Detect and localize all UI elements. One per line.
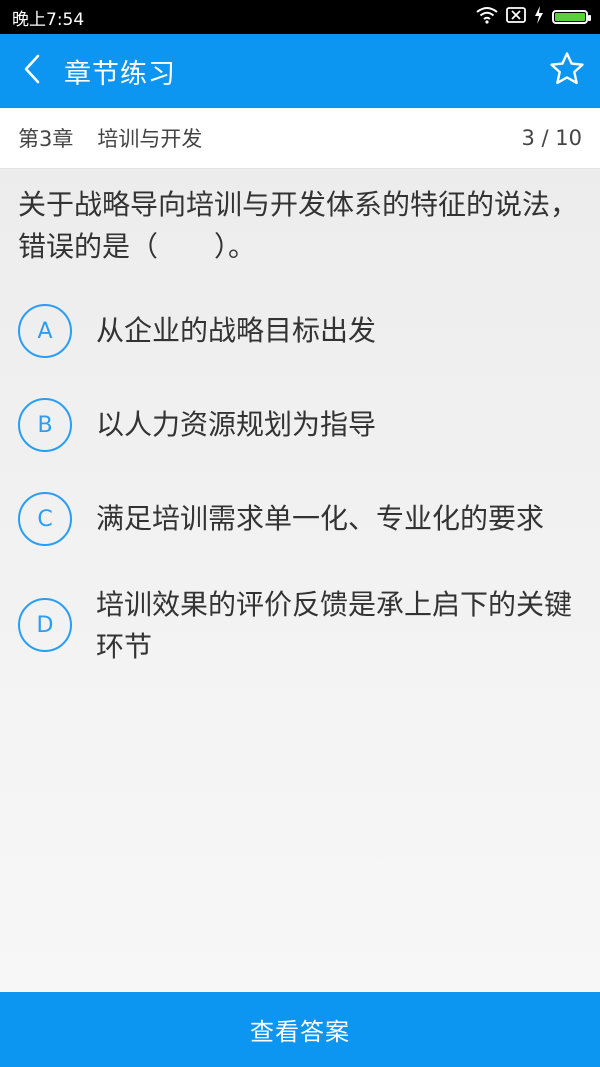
option-letter: B — [18, 398, 72, 452]
option-a[interactable]: A 从企业的战略目标出发 — [18, 304, 588, 358]
sim-disabled-icon — [506, 6, 526, 29]
battery-level-fill — [555, 13, 585, 21]
option-letter: C — [18, 492, 72, 546]
option-d[interactable]: D 培训效果的评价反馈是承上启下的关键环节 — [18, 584, 588, 668]
option-letter: A — [18, 304, 72, 358]
app-bar: 章节练习 — [0, 34, 600, 108]
chapter-number: 第3章 — [18, 127, 74, 151]
option-text: 从企业的战略目标出发 — [96, 314, 377, 347]
status-time: 晚上7:54 — [12, 9, 85, 30]
star-outline-icon — [548, 50, 586, 92]
chapter-info: 第3章 培训与开发 — [18, 123, 202, 153]
chapter-name: 培训与开发 — [97, 127, 203, 151]
status-icons — [476, 5, 591, 29]
view-answer-button[interactable]: 查看答案 — [0, 992, 600, 1067]
favorite-button[interactable] — [546, 50, 588, 92]
option-text: 培训效果的评价反馈是承上启下的关键环节 — [96, 588, 573, 663]
back-button[interactable] — [0, 34, 64, 108]
option-text: 以人力资源规划为指导 — [96, 408, 377, 441]
chapter-bar: 第3章 培训与开发 3 / 10 — [0, 108, 600, 169]
charging-icon — [534, 5, 544, 29]
page-title: 章节练习 — [64, 58, 176, 90]
question-text: 关于战略导向培训与开发体系的特征的说法，错误的是（ ）。 — [18, 188, 579, 263]
status-bar: 晚上7:54 — [0, 0, 600, 34]
battery-icon — [552, 10, 591, 24]
option-letter: D — [18, 598, 72, 652]
chevron-left-icon — [23, 54, 41, 88]
question-progress: 3 / 10 — [521, 126, 582, 150]
option-c[interactable]: C 满足培训需求单一化、专业化的要求 — [18, 492, 588, 546]
option-b[interactable]: B 以人力资源规划为指导 — [18, 398, 588, 452]
option-text: 满足培训需求单一化、专业化的要求 — [96, 502, 545, 535]
wifi-icon — [476, 6, 498, 29]
